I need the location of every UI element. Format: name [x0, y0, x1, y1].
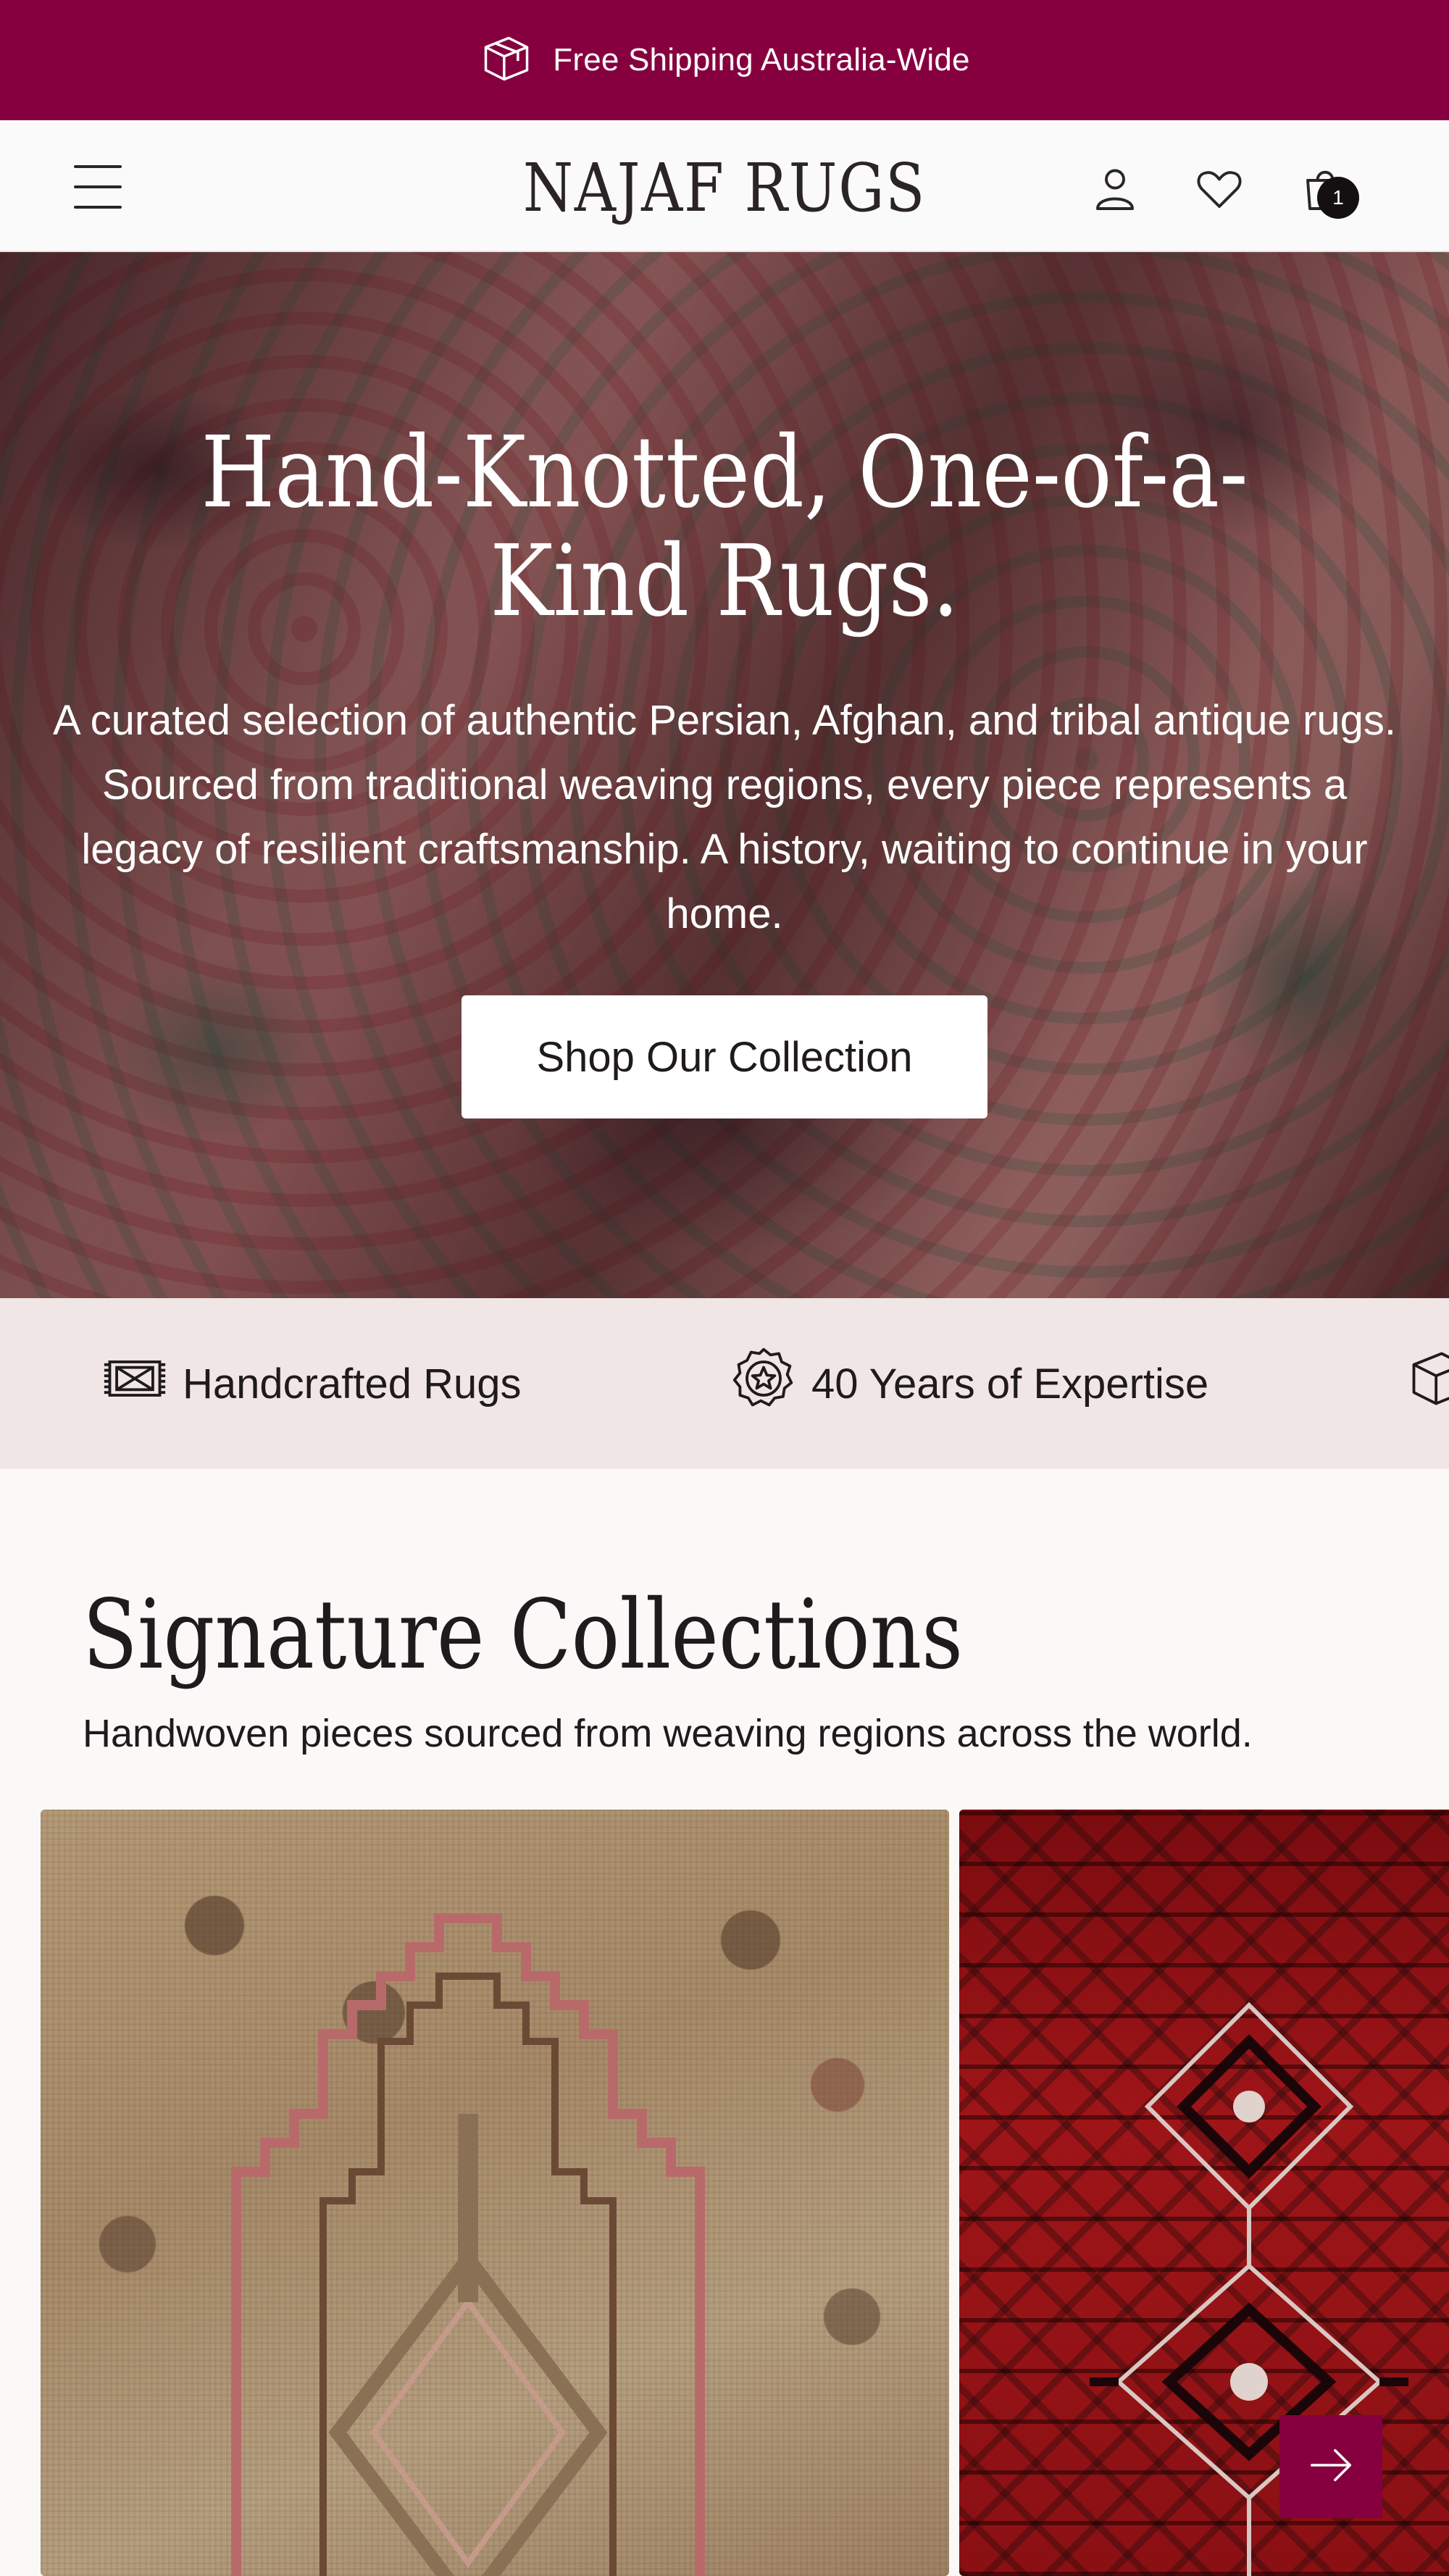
shopping-bag-icon[interactable]: 1: [1293, 156, 1359, 222]
box-icon: [1406, 1345, 1449, 1422]
feature-label: Handcrafted Rugs: [183, 1360, 522, 1408]
feature-handcrafted: Handcrafted Rugs: [101, 1298, 521, 1469]
badge-star-icon: [730, 1345, 797, 1422]
site-header: NAJAF RUGS 1: [0, 120, 1449, 252]
hero-title: Hand-Knotted, One-of-a-Kind Rugs.: [201, 416, 1248, 639]
section-title: Signature Collections: [83, 1579, 964, 1691]
announcement-text: Free Shipping Australia-Wide: [553, 42, 970, 78]
heart-icon[interactable]: [1187, 156, 1252, 222]
cart-count-badge: 1: [1317, 177, 1359, 219]
rug-motif-image: [231, 1913, 705, 2576]
box-icon: [479, 31, 534, 90]
shop-collection-button[interactable]: Shop Our Collection: [462, 995, 987, 1118]
arrow-right-icon: [1306, 2440, 1356, 2494]
hero-banner: Hand-Knotted, One-of-a-Kind Rugs. A cura…: [0, 252, 1449, 1298]
feature-expertise: 40 Years of Expertise: [730, 1298, 1208, 1469]
section-subtitle: Handwoven pieces sourced from weaving re…: [83, 1712, 1253, 1755]
site-logo[interactable]: NAJAF RUGS: [101, 149, 1348, 227]
carousel-next-button[interactable]: [1279, 2415, 1382, 2518]
features-strip: Handcrafted Rugs 40 Years of Expertise: [0, 1298, 1449, 1469]
hero-description: A curated selection of authentic Persian…: [53, 697, 1396, 937]
announcement-bar: Free Shipping Australia-Wide: [0, 0, 1449, 120]
rug-icon: [101, 1345, 168, 1422]
feature-label: 40 Years of Expertise: [811, 1360, 1209, 1408]
feature-shipping: [1406, 1298, 1449, 1469]
collection-card-tribal[interactable]: [41, 1810, 949, 2576]
user-icon[interactable]: [1082, 156, 1148, 222]
